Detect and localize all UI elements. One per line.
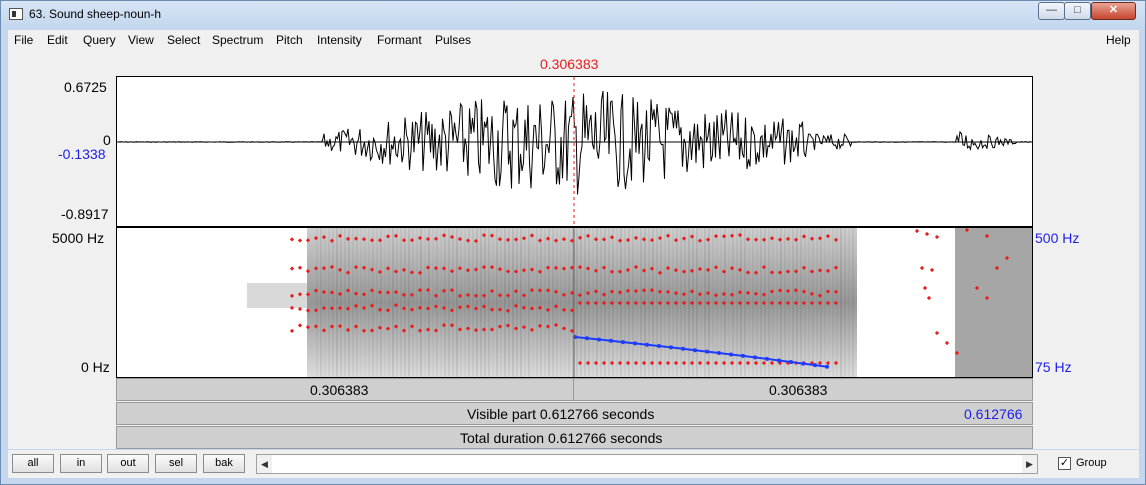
formant-point: [297, 323, 303, 328]
close-button[interactable]: ✕: [1091, 2, 1136, 20]
visible-part-bar[interactable]: Visible part 0.612766 seconds: [116, 402, 1033, 425]
pitch-point: [669, 345, 673, 350]
visible-end-label: 0.612766: [964, 406, 1023, 422]
pitch-point: [693, 348, 697, 353]
waveform-panel[interactable]: [116, 76, 1033, 227]
waveform-trace: [117, 90, 1031, 195]
menu-spectrum[interactable]: Spectrum: [212, 33, 263, 47]
spectrogram-graphic: [247, 228, 1032, 377]
pitch-point: [825, 364, 829, 369]
zoom-out-button[interactable]: out: [107, 454, 149, 473]
menu-help[interactable]: Help: [1106, 33, 1131, 47]
segment-left-duration: 0.306383: [310, 382, 369, 398]
minimize-button[interactable]: —: [1038, 2, 1065, 20]
formant-point: [934, 234, 940, 240]
scroll-right-arrow-icon[interactable]: ▶: [1022, 455, 1037, 473]
pitch-point: [597, 337, 601, 342]
formant-point: [922, 285, 928, 291]
formant-point: [924, 231, 930, 237]
formant-point: [297, 265, 303, 270]
time-scrollbar[interactable]: ◀ ▶: [256, 454, 1038, 474]
window-title: 63. Sound sheep-noun-h: [29, 7, 162, 21]
waveform-graphic: [117, 77, 1032, 226]
menu-pulses[interactable]: Pulses: [435, 33, 471, 47]
maximize-button[interactable]: □: [1064, 2, 1091, 20]
menu-formant[interactable]: Formant: [377, 33, 422, 47]
bottom-toolbar: all in out sel bak ◀ ▶ ✓ Group: [8, 450, 1139, 478]
formant-point: [929, 267, 935, 273]
pitch-point: [657, 344, 661, 348]
pitch-point: [645, 342, 649, 347]
pitch-point: [633, 341, 637, 346]
zoom-back-button[interactable]: bak: [203, 454, 245, 473]
formant-point: [944, 340, 950, 346]
pitch-top-label: 500 Hz: [1035, 230, 1080, 246]
menu-pitch[interactable]: Pitch: [276, 33, 303, 47]
group-label: Group: [1076, 457, 1107, 469]
menu-view[interactable]: View: [128, 33, 154, 47]
waveform-cursor-value-label: -0.1338: [58, 146, 106, 162]
pitch-point: [717, 351, 721, 355]
pitch-point: [585, 336, 589, 341]
praat-sound-window: 63. Sound sheep-noun-h — □ ✕ File Edit Q…: [0, 0, 1146, 485]
title-bar[interactable]: 63. Sound sheep-noun-h — □ ✕: [1, 1, 1145, 29]
segment-left[interactable]: 0.306383: [116, 378, 574, 401]
pitch-point: [813, 363, 817, 368]
formant-point: [289, 237, 295, 242]
pitch-point: [609, 338, 613, 343]
spectrogram-top-freq-label: 5000 Hz: [52, 230, 105, 246]
waveform-max-label: 0.6725: [64, 79, 107, 95]
pitch-bottom-label: 75 Hz: [1035, 359, 1072, 375]
cursor-time-label: 0.306383: [540, 56, 599, 72]
visible-part-label: Visible part 0.612766 seconds: [467, 406, 655, 422]
pitch-point: [741, 353, 745, 358]
formant-point: [926, 295, 932, 301]
editor-area: 0.306383 0.6725 0 -0.1338 -0.8917 5000 H…: [8, 50, 1139, 449]
pitch-point: [765, 356, 769, 361]
pitch-point: [729, 352, 733, 357]
formant-point: [289, 266, 295, 271]
menu-select[interactable]: Select: [167, 33, 200, 47]
formant-point: [297, 238, 303, 243]
segment-right-duration: 0.306383: [769, 382, 828, 398]
spectrogram-energy-final: [955, 228, 1032, 377]
scroll-left-arrow-icon[interactable]: ◀: [257, 455, 272, 473]
formant-point: [934, 330, 940, 336]
pitch-point: [789, 360, 793, 364]
zoom-selection-button[interactable]: sel: [155, 454, 197, 473]
formant-point: [289, 328, 295, 333]
pitch-point: [753, 355, 757, 360]
segment-right[interactable]: 0.306383: [573, 378, 1033, 401]
pitch-point: [705, 349, 709, 354]
spectrogram-panel[interactable]: [116, 227, 1033, 378]
pitch-point: [681, 346, 685, 351]
formant-point: [919, 265, 925, 271]
waveform-min-label: -0.8917: [61, 206, 109, 222]
formant-point: [914, 228, 920, 234]
menu-edit[interactable]: Edit: [47, 33, 68, 47]
pitch-point: [777, 358, 781, 363]
zoom-in-button[interactable]: in: [60, 454, 102, 473]
zoom-all-button[interactable]: all: [12, 454, 54, 473]
menu-intensity[interactable]: Intensity: [317, 33, 362, 47]
praat-app-icon: [9, 8, 23, 20]
total-duration-label: Total duration 0.612766 seconds: [460, 430, 663, 446]
menu-query[interactable]: Query: [83, 33, 116, 47]
group-checkbox[interactable]: ✓: [1058, 457, 1071, 470]
menu-bar: File Edit Query View Select Spectrum Pit…: [8, 30, 1139, 50]
total-duration-bar[interactable]: Total duration 0.612766 seconds: [116, 426, 1033, 449]
spectrogram-energy-onset: [247, 283, 307, 308]
spectrogram-bottom-freq-label: 0 Hz: [81, 359, 110, 375]
pitch-point: [801, 361, 805, 366]
menu-file[interactable]: File: [14, 33, 33, 47]
pitch-point: [621, 340, 625, 345]
